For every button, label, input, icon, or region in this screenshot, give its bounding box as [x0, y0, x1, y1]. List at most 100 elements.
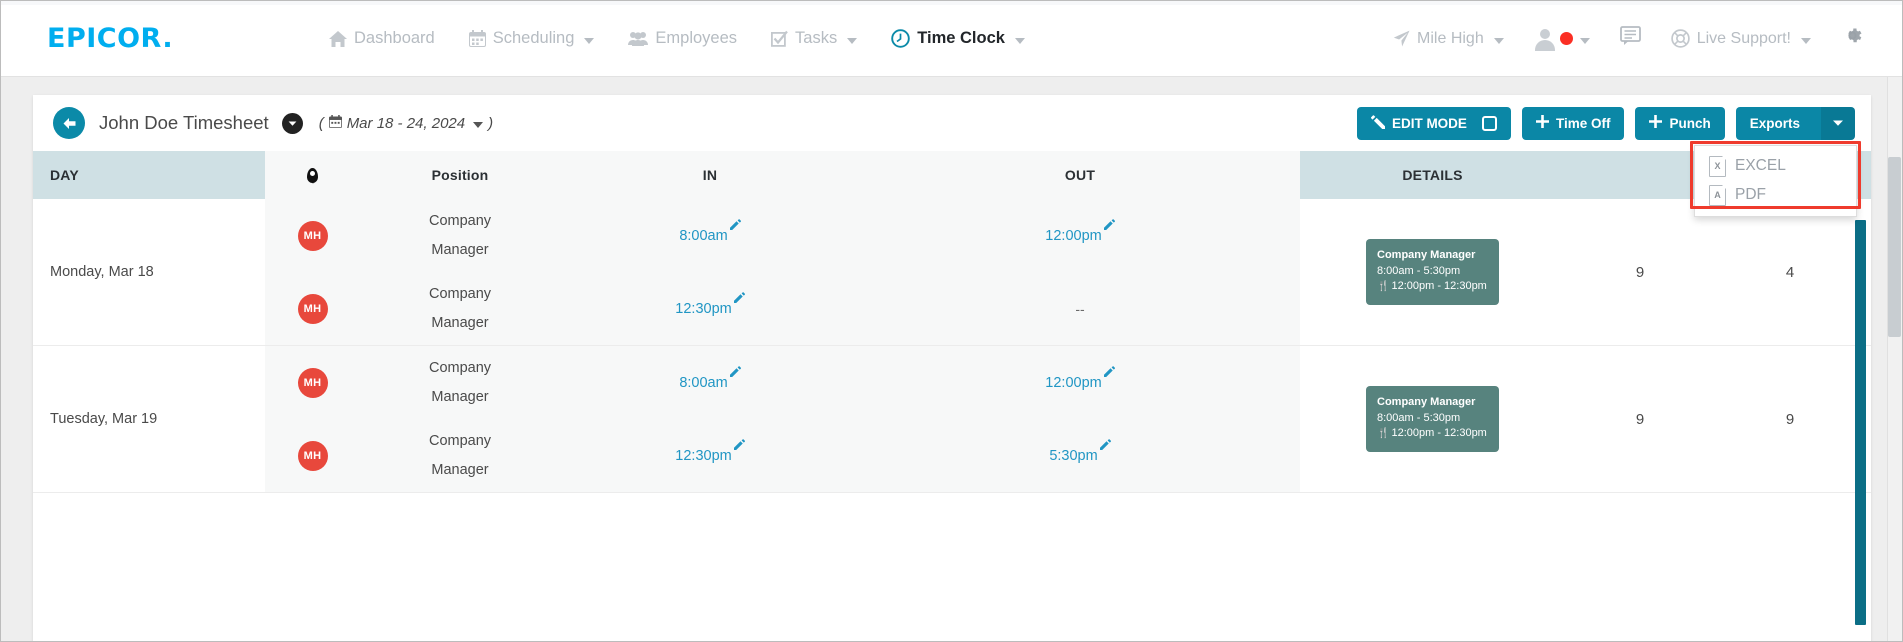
brand-logo[interactable]: EPICOR.	[29, 25, 329, 52]
punch-in-cell: 8:00am	[560, 218, 860, 244]
nav-label-scheduling: Scheduling	[492, 29, 575, 47]
column-header-hours	[1565, 151, 1715, 199]
chat-icon[interactable]	[1619, 26, 1641, 51]
punch-out-time[interactable]: 12:00pm	[1045, 365, 1115, 391]
punch-entry: MH Company Manager 12:30pm	[265, 419, 1300, 492]
pencil-icon[interactable]	[1103, 365, 1115, 377]
column-header-position: Position	[431, 167, 489, 183]
export-pdf-item[interactable]: A PDF	[1695, 181, 1856, 210]
timesheet-card: John Doe Timesheet ( Mar 18 - 24, 2024 )	[33, 95, 1871, 641]
hours-total: 9	[1635, 410, 1645, 428]
pencil-icon	[1370, 114, 1385, 132]
punch-location-cell: MH	[265, 367, 360, 398]
punch-in-cell: 12:30pm	[560, 291, 860, 317]
punch-out-value: 12:00pm	[1045, 227, 1102, 244]
punch-out-time[interactable]: 5:30pm	[1049, 438, 1111, 464]
edit-mode-button[interactable]: EDIT MODE	[1356, 106, 1511, 140]
avatar: MH	[297, 440, 328, 471]
user-menu[interactable]	[1534, 28, 1590, 51]
punch-out-cell: --	[860, 301, 1300, 317]
punch-in-time[interactable]: 8:00am	[679, 365, 741, 391]
punch-in-value: 12:30pm	[675, 300, 732, 317]
punch-out-cell: 12:00pm	[860, 365, 1300, 391]
add-punch-button[interactable]: Punch	[1635, 106, 1725, 140]
application-window: EPICOR. Dashboard Scheduling Employees T…	[0, 0, 1903, 642]
punch-position-cell: Company Manager	[360, 354, 560, 411]
worked-total: 4	[1785, 263, 1795, 281]
edit-mode-checkbox[interactable]	[1481, 115, 1497, 131]
live-support-menu[interactable]: Live Support!	[1670, 29, 1811, 48]
punch-in-time[interactable]: 12:30pm	[675, 291, 745, 317]
nav-item-tasks[interactable]: Tasks	[771, 29, 858, 48]
punch-in-time[interactable]: 8:00am	[679, 218, 741, 244]
punch-location-cell: MH	[265, 440, 360, 471]
column-header-location	[265, 151, 360, 199]
expand-timesheet-icon[interactable]	[281, 112, 303, 134]
chevron-down-icon	[1493, 37, 1504, 44]
date-range-selector[interactable]: ( Mar 18 - 24, 2024 )	[319, 115, 493, 132]
punch-location-cell: MH	[265, 220, 360, 251]
nav-top-accent	[1, 1, 1902, 5]
punch-entry: MH Company Manager 12:30pm	[265, 272, 1300, 345]
chevron-down-icon[interactable]	[1821, 106, 1855, 140]
position-line-2: Manager	[431, 241, 489, 258]
pencil-icon[interactable]	[733, 438, 745, 450]
lifebuoy-icon	[1670, 29, 1690, 48]
punch-in-value: 12:30pm	[675, 447, 732, 464]
edit-mode-label: EDIT MODE	[1391, 115, 1467, 131]
exports-button[interactable]: Exports	[1735, 106, 1855, 140]
gear-icon[interactable]	[1841, 24, 1864, 53]
shift-detail-badge[interactable]: Company Manager 8:00am - 5:30pm 🍴 12:00pm…	[1366, 238, 1499, 306]
date-range-label: Mar 18 - 24, 2024	[346, 114, 466, 132]
hours-total: 9	[1635, 263, 1645, 281]
table-header-row: DAY Position IN OUT DETAILS	[33, 151, 1871, 199]
details-cell: Company Manager 8:00am - 5:30pm 🍴 12:00pm…	[1300, 199, 1565, 345]
date-paren-open: (	[318, 114, 324, 132]
punch-in-time[interactable]: 12:30pm	[675, 438, 745, 464]
pencil-icon[interactable]	[1103, 218, 1115, 230]
utensils-icon: 🍴	[1377, 281, 1390, 293]
table-row: Tuesday, Mar 19 MH Company Manager 8:00a…	[33, 346, 1871, 493]
nav-item-employees[interactable]: Employees	[628, 29, 737, 48]
chevron-down-icon	[473, 122, 484, 128]
pencil-icon[interactable]	[729, 218, 741, 230]
chevron-down-icon	[1801, 37, 1811, 44]
nav-label-employees: Employees	[655, 29, 738, 47]
avatar-icon	[1534, 28, 1556, 51]
nav-item-time-clock[interactable]: Time Clock	[891, 29, 1025, 48]
nav-item-scheduling[interactable]: Scheduling	[468, 29, 595, 48]
punch-in-value: 8:00am	[679, 227, 728, 244]
page-vertical-scrollbar-track[interactable]	[1887, 77, 1902, 641]
shift-detail-badge[interactable]: Company Manager 8:00am - 5:30pm 🍴 12:00pm…	[1366, 385, 1499, 453]
punch-in-cell: 8:00am	[560, 365, 860, 391]
timesheet-header: John Doe Timesheet ( Mar 18 - 24, 2024 )	[33, 95, 1871, 217]
position-line-2: Manager	[431, 461, 489, 478]
punch-out-cell: 5:30pm	[860, 438, 1300, 464]
table-row: Monday, Mar 18 MH Company Manager 8:00am…	[33, 199, 1871, 346]
status-indicator-dot	[1559, 32, 1573, 45]
nav-item-dashboard[interactable]: Dashboard	[329, 29, 435, 48]
punch-group: MH Company Manager 8:00am 12:00pm MH Com…	[265, 346, 1300, 492]
avatar: MH	[297, 220, 328, 251]
position-line-1: Company	[428, 286, 492, 303]
pencil-icon[interactable]	[733, 291, 745, 303]
position-line-2: Manager	[431, 314, 489, 331]
day-label: Monday, Mar 18	[50, 264, 154, 280]
location-label: Mile High	[1417, 29, 1484, 47]
export-excel-item[interactable]: X EXCEL	[1695, 152, 1856, 181]
back-arrow-icon[interactable]	[53, 107, 85, 139]
page-vertical-scrollbar-thumb[interactable]	[1888, 157, 1901, 337]
punch-in-cell: 12:30pm	[560, 438, 860, 464]
add-time-off-button[interactable]: Time Off	[1521, 106, 1625, 140]
pencil-icon[interactable]	[1099, 438, 1111, 450]
punch-out-time[interactable]: 12:00pm	[1045, 218, 1115, 244]
punch-position-cell: Company Manager	[360, 280, 560, 337]
pencil-icon[interactable]	[729, 365, 741, 377]
inner-vertical-scrollbar-thumb[interactable]	[1855, 220, 1866, 625]
shift-title: Company Manager	[1377, 395, 1476, 408]
nav-right-section: Mile High Live Support!	[1393, 24, 1874, 53]
plus-icon	[1649, 115, 1663, 131]
location-selector[interactable]: Mile High	[1393, 30, 1504, 48]
chevron-down-icon	[584, 37, 595, 44]
position-line-1: Company	[428, 360, 492, 377]
